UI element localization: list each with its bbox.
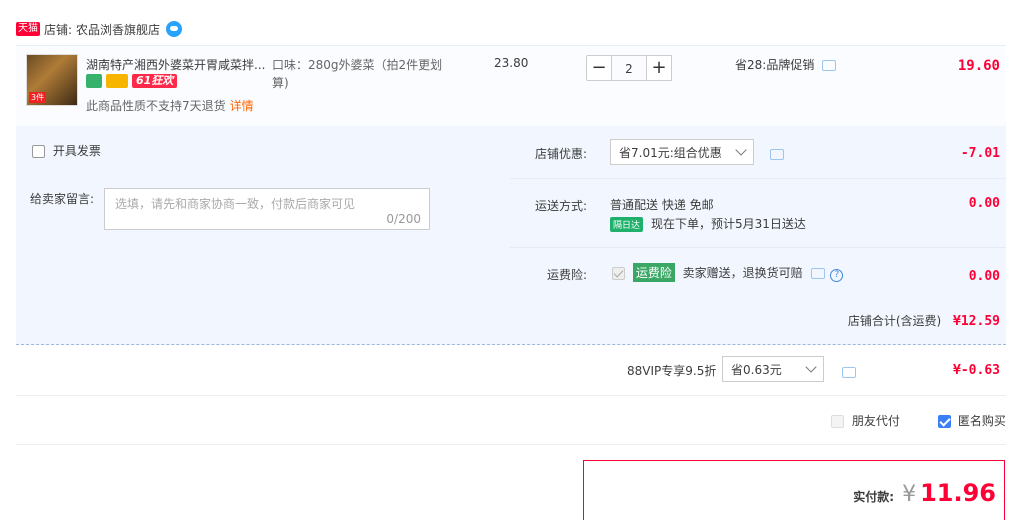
shop-discount-amount: -7.01 <box>960 146 1000 161</box>
item-promo-text: 省28:品牌促销 <box>735 58 815 72</box>
vip-chat-icon[interactable] <box>842 367 856 378</box>
payment-options-row: 朋友代付 匿名购买 <box>16 396 1006 445</box>
thumb-tag: 3件 <box>29 92 47 103</box>
shop-label: 店铺: <box>44 22 73 37</box>
invoice-label: 开具发票 <box>52 144 101 158</box>
anonymous-label: 匿名购买 <box>957 414 1006 428</box>
message-label: 给卖家留言: <box>30 192 95 206</box>
anonymous-option[interactable]: 匿名购买 <box>938 412 1006 429</box>
message-placeholder: 选填，请先和商家协商一致，付款后商家可见 <box>115 197 356 211</box>
vip-discount-value: 省0.63元 <box>731 362 782 377</box>
shipping-eta: 隔日达 现在下单，预计5月31日送达 <box>610 215 806 232</box>
insurance-checkbox <box>612 267 625 280</box>
promo-chat-icon[interactable] <box>822 60 837 71</box>
invoice-checkbox[interactable] <box>32 145 45 158</box>
vip-discount-select[interactable]: 省0.63元 <box>722 356 824 382</box>
shop-total-label: 店铺合计(含运费) <box>847 314 942 328</box>
qty-minus-button[interactable]: − <box>586 55 612 81</box>
shop-discount-select[interactable]: 省7.01元:组合优惠 <box>610 139 754 165</box>
insurance-row: 运费险: 运费险 卖家赠送，退换货可赔 ? 0.00 <box>510 248 1006 292</box>
shipping-label: 运送方式: <box>535 199 588 213</box>
shipping-method: 普通配送 快递 免邮 <box>610 198 714 212</box>
insurance-label: 运费险: <box>547 268 588 282</box>
insurance-desc: 卖家赠送，退换货可赔 <box>682 266 803 280</box>
guarantee-icon <box>86 74 102 88</box>
detail-link[interactable]: 详情 <box>230 99 254 113</box>
insurance-amount: 0.00 <box>968 269 1000 284</box>
actual-payment: 实付款: ¥ 11.96 <box>853 479 996 507</box>
sku-info: 口味：280g外婆菜（拍2件更划 算) <box>272 56 462 92</box>
pay-currency: ¥ <box>902 482 917 507</box>
seller-message-field[interactable]: 选填，请先和商家协商一致，付款后商家可见 0/200 <box>104 188 430 230</box>
insurance-badge: 运费险 <box>632 263 675 282</box>
next-day-badge: 隔日达 <box>610 217 644 232</box>
payment-summary-box: 实付款: ¥ 11.96 <box>583 460 1005 520</box>
promo-icons: 61狂欢 <box>86 74 178 88</box>
shipping-eta-text: 现在下单，预计5月31日送达 <box>651 217 806 231</box>
shop-discount-row: 店铺优惠: 省7.01元:组合优惠 -7.01 <box>510 126 1006 179</box>
message-counter: 0/200 <box>386 212 421 226</box>
vip-amount: ¥-0.63 <box>953 363 1000 378</box>
friend-pay-checkbox[interactable] <box>831 415 844 428</box>
shipping-amount: 0.00 <box>968 196 1000 211</box>
shop-discount-label: 店铺优惠: <box>535 147 588 161</box>
insurance-info: 运费险 卖家赠送，退换货可赔 ? <box>612 263 844 282</box>
item-row: 3件 湖南特产湘西外婆菜开胃咸菜拌... 61狂欢 此商品性质不支持7天退货 详情… <box>16 45 1006 126</box>
chat-seller-icon[interactable] <box>166 21 183 37</box>
right-pane: 店铺优惠: 省7.01元:组合优惠 -7.01 运送方式: 普通配送 快递 免邮… <box>510 126 1006 292</box>
shop-name[interactable]: 农品浏香旗舰店 <box>76 21 160 38</box>
unit-price: 23.80 <box>494 56 529 70</box>
vip-discount-row: 88VIP专享9.5折 省0.63元 ¥-0.63 <box>16 346 1006 396</box>
return-note-text: 此商品性质不支持7天退货 <box>86 99 226 113</box>
shop-discount-value: 省7.01元:组合优惠 <box>619 145 722 160</box>
qty-input[interactable]: 2 <box>612 55 646 81</box>
shop-total-row: 店铺合计(含运费) ¥12.59 <box>16 292 1006 345</box>
left-pane: 开具发票 给卖家留言: 选填，请先和商家协商一致，付款后商家可见 0/200 <box>16 126 510 292</box>
chevron-down-icon <box>805 361 817 373</box>
anonymous-checkbox[interactable] <box>938 415 951 428</box>
discount-chat-icon[interactable] <box>770 149 784 160</box>
shipping-row: 运送方式: 普通配送 快递 免邮 隔日达 现在下单，预计5月31日送达 0.00 <box>510 179 1006 248</box>
chevron-down-icon <box>735 144 747 156</box>
item-subtotal: 19.60 <box>957 58 1000 74</box>
pay-label: 实付款: <box>853 490 895 504</box>
help-icon[interactable]: ? <box>830 269 844 282</box>
friend-pay-label: 朋友代付 <box>851 414 900 428</box>
item-promo: 省28:品牌促销 <box>735 56 837 73</box>
qty-plus-button[interactable]: + <box>646 55 672 81</box>
order-options-panel: 开具发票 给卖家留言: 选填，请先和商家协商一致，付款后商家可见 0/200 店… <box>16 126 1006 345</box>
sku-line-2: 算) <box>272 76 289 90</box>
shop-total-amount: ¥12.59 <box>953 314 1000 329</box>
insurance-chat-icon[interactable] <box>810 268 825 279</box>
promo-61-badge: 61狂欢 <box>132 74 178 88</box>
shop-header: 天猫 店铺: 农品浏香旗舰店 <box>16 18 183 40</box>
product-thumbnail[interactable]: 3件 <box>26 54 78 106</box>
shop-total: 店铺合计(含运费) ¥12.59 <box>848 312 1000 329</box>
quantity-stepper: − 2 + <box>586 55 672 81</box>
sku-line-1: 口味：280g外婆菜（拍2件更划 <box>272 58 443 72</box>
friend-pay-option[interactable]: 朋友代付 <box>831 412 900 429</box>
product-title[interactable]: 湖南特产湘西外婆菜开胃咸菜拌... <box>86 56 271 73</box>
tmall-icon: 天猫 <box>16 22 40 36</box>
return-note: 此商品性质不支持7天退货 详情 <box>86 97 254 114</box>
invoice-option[interactable]: 开具发票 <box>32 142 101 159</box>
card-icon <box>106 74 128 88</box>
pay-amount: 11.96 <box>920 479 996 507</box>
vip-label: 88VIP专享9.5折 <box>627 364 717 378</box>
